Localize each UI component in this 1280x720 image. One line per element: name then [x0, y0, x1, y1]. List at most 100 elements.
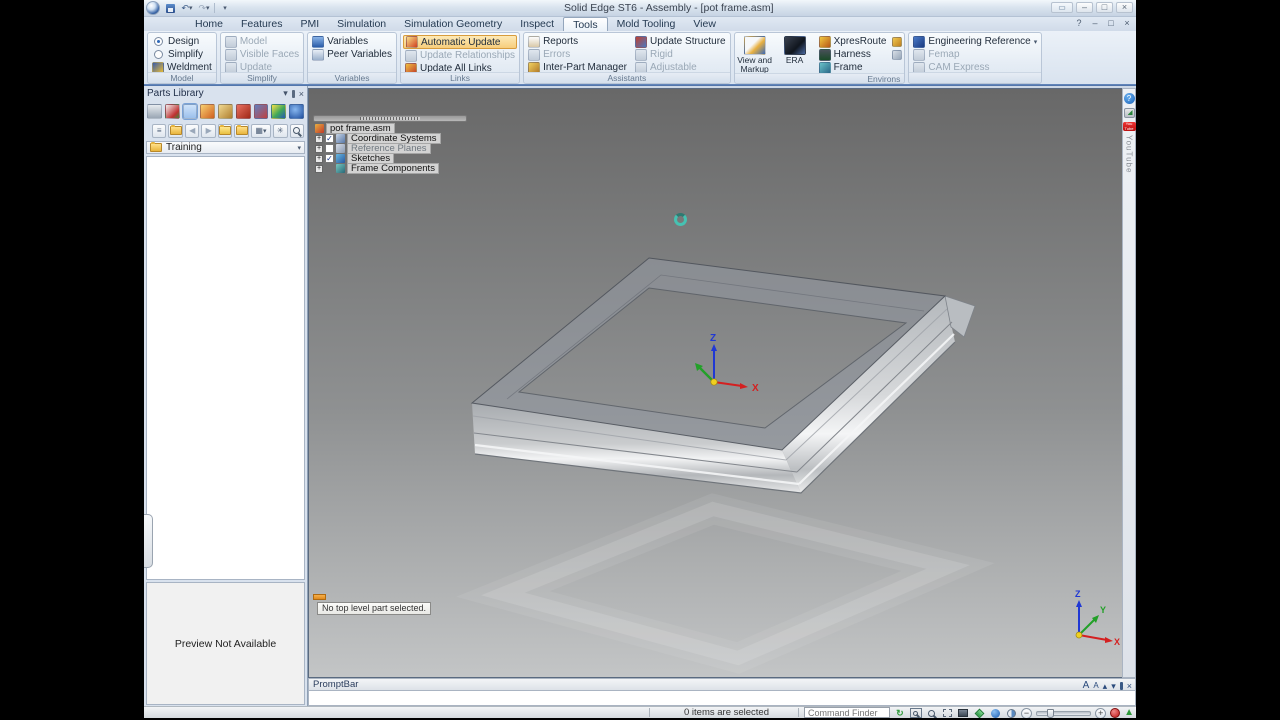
update-relationships-button[interactable]: Update Relationships: [403, 49, 517, 62]
pan-view-icon[interactable]: [958, 708, 970, 718]
open-folder-button[interactable]: [168, 123, 183, 138]
minimize-ribbon-button[interactable]: ▭: [1051, 2, 1073, 13]
library-tab-sensors-icon[interactable]: [235, 104, 251, 119]
minimize-button[interactable]: –: [1076, 2, 1093, 13]
panel-dropdown-icon[interactable]: ▾: [283, 88, 288, 99]
app-logo-icon[interactable]: [146, 1, 160, 15]
common-views-icon[interactable]: [973, 708, 985, 718]
restore-button[interactable]: □: [1096, 2, 1113, 13]
harness-button[interactable]: Harness: [817, 48, 889, 61]
femap-button[interactable]: Femap: [911, 48, 1039, 61]
rotate-view-icon[interactable]: [1005, 708, 1017, 718]
pathfinder-row-coordinate-systems[interactable]: + ✓ Coordinate Systems: [315, 133, 441, 144]
panel-pin-icon[interactable]: [291, 89, 295, 98]
engineering-reference-dropdown-icon[interactable]: ▾: [1034, 38, 1038, 46]
3d-viewport[interactable]: Z X Z Y X pot frame.asm + ✓ Coordinate S…: [308, 88, 1122, 678]
refresh-view-icon[interactable]: ↻: [894, 708, 906, 718]
list-details-button[interactable]: ≡: [152, 123, 167, 138]
engineering-reference-button[interactable]: Engineering Reference ▾: [911, 35, 1039, 48]
save-button[interactable]: [163, 2, 177, 14]
doc-close-button[interactable]: ×: [1121, 18, 1133, 28]
simplify-button[interactable]: Simplify: [150, 48, 214, 61]
help-icon[interactable]: ?: [1123, 93, 1135, 104]
design-button[interactable]: Design: [150, 35, 214, 48]
collapsed-panel-tab[interactable]: [144, 514, 153, 568]
zoom-area-icon[interactable]: [909, 708, 922, 718]
help-button[interactable]: ?: [1073, 18, 1085, 28]
expand-icon[interactable]: +: [315, 154, 323, 163]
simplify-model-button[interactable]: Model: [223, 35, 301, 48]
zoom-icon[interactable]: [926, 708, 938, 718]
tab-inspect[interactable]: Inspect: [511, 17, 563, 31]
pathfinder-scrollbar[interactable]: [313, 115, 467, 122]
environs-extra-icon-2[interactable]: [892, 50, 903, 60]
fullscreen-toggle-icon[interactable]: ▲: [1124, 708, 1134, 718]
library-tab-family-icon[interactable]: [164, 104, 180, 119]
xpresroute-button[interactable]: XpresRoute: [817, 35, 889, 48]
visible-faces-button[interactable]: Visible Faces: [223, 48, 301, 61]
pathfinder-row-frame-components[interactable]: + Frame Components: [315, 163, 441, 174]
library-tab-parts-icon[interactable]: [181, 103, 199, 120]
library-tab-analysis-icon[interactable]: [271, 104, 287, 119]
expand-icon[interactable]: +: [315, 164, 323, 173]
checkbox-checked-icon[interactable]: ✓: [325, 134, 334, 143]
variables-button[interactable]: Variables: [310, 35, 394, 48]
view-menu-button[interactable]: ▦ ▾: [250, 123, 272, 138]
redo-dropdown-icon[interactable]: ▾: [206, 4, 210, 12]
frame-model[interactable]: [470, 257, 976, 494]
undo-button[interactable]: ↶ ▾: [180, 2, 194, 14]
tab-simulation[interactable]: Simulation: [328, 17, 395, 31]
share-screen-icon[interactable]: [1123, 108, 1135, 118]
tab-simulation-geometry[interactable]: Simulation Geometry: [395, 17, 511, 31]
library-tab-views-icon[interactable]: [253, 104, 269, 119]
fit-view-icon[interactable]: [942, 708, 954, 718]
customize-qat-button[interactable]: ▾: [218, 2, 232, 14]
update-structure-button[interactable]: Update Structure: [633, 35, 728, 48]
doc-minimize-button[interactable]: –: [1089, 18, 1101, 28]
prompt-pin-icon[interactable]: [1119, 682, 1123, 690]
automatic-update-button[interactable]: Automatic Update: [403, 35, 518, 49]
library-tab-layers-icon[interactable]: [147, 104, 162, 119]
expand-icon[interactable]: +: [315, 144, 323, 153]
back-button[interactable]: ◀: [184, 123, 200, 138]
tab-pmi[interactable]: PMI: [291, 17, 328, 31]
undo-dropdown-icon[interactable]: ▾: [189, 4, 193, 12]
expand-icon[interactable]: +: [315, 134, 323, 143]
tab-home[interactable]: Home: [186, 17, 232, 31]
rigid-button[interactable]: Rigid: [633, 48, 728, 61]
library-file-list[interactable]: [146, 156, 305, 580]
checkbox-checked-icon[interactable]: ✓: [325, 154, 334, 163]
tab-tools[interactable]: Tools: [563, 16, 608, 32]
up-level-button[interactable]: [217, 123, 233, 138]
pathfinder-scrollbar-thumb[interactable]: [359, 117, 421, 120]
close-button[interactable]: ×: [1116, 2, 1133, 13]
zoom-slider-thumb[interactable]: [1046, 708, 1054, 718]
forward-button[interactable]: ▶: [201, 123, 216, 138]
record-indicator-icon[interactable]: [1110, 708, 1121, 718]
prompt-bar-header[interactable]: PromptBar A A ▴ ▾ ×: [308, 678, 1136, 691]
panel-close-icon[interactable]: ×: [299, 89, 304, 99]
search-button[interactable]: [289, 123, 304, 138]
library-tab-options-icon[interactable]: [289, 104, 305, 119]
tab-view[interactable]: View: [684, 17, 725, 31]
tools-button[interactable]: ✳: [273, 123, 288, 138]
zoom-out-button[interactable]: −: [1021, 707, 1032, 718]
reports-button[interactable]: Reports: [526, 35, 629, 48]
pathfinder-row-reference-planes[interactable]: + Reference Planes: [315, 143, 441, 154]
tab-features[interactable]: Features: [232, 17, 291, 31]
library-tab-folder-icon[interactable]: [200, 104, 216, 119]
pathfinder-row-sketches[interactable]: + ✓ Sketches: [315, 153, 441, 164]
new-folder-button[interactable]: [234, 123, 249, 138]
view-styles-icon[interactable]: [989, 708, 1001, 718]
library-path-dropdown[interactable]: Training ▾: [146, 141, 305, 154]
library-tab-fasteners-icon[interactable]: [218, 104, 233, 119]
zoom-in-button[interactable]: +: [1095, 707, 1107, 718]
checkbox-unchecked-icon[interactable]: [325, 144, 334, 153]
peer-variables-button[interactable]: Peer Variables: [310, 48, 394, 61]
zoom-slider[interactable]: [1035, 708, 1092, 718]
environs-extra-icon-1[interactable]: [892, 37, 903, 47]
command-finder-input[interactable]: [804, 707, 890, 718]
pathfinder-root-row[interactable]: pot frame.asm: [315, 123, 441, 134]
errors-button[interactable]: Errors: [526, 48, 629, 61]
doc-restore-button[interactable]: □: [1105, 18, 1117, 28]
